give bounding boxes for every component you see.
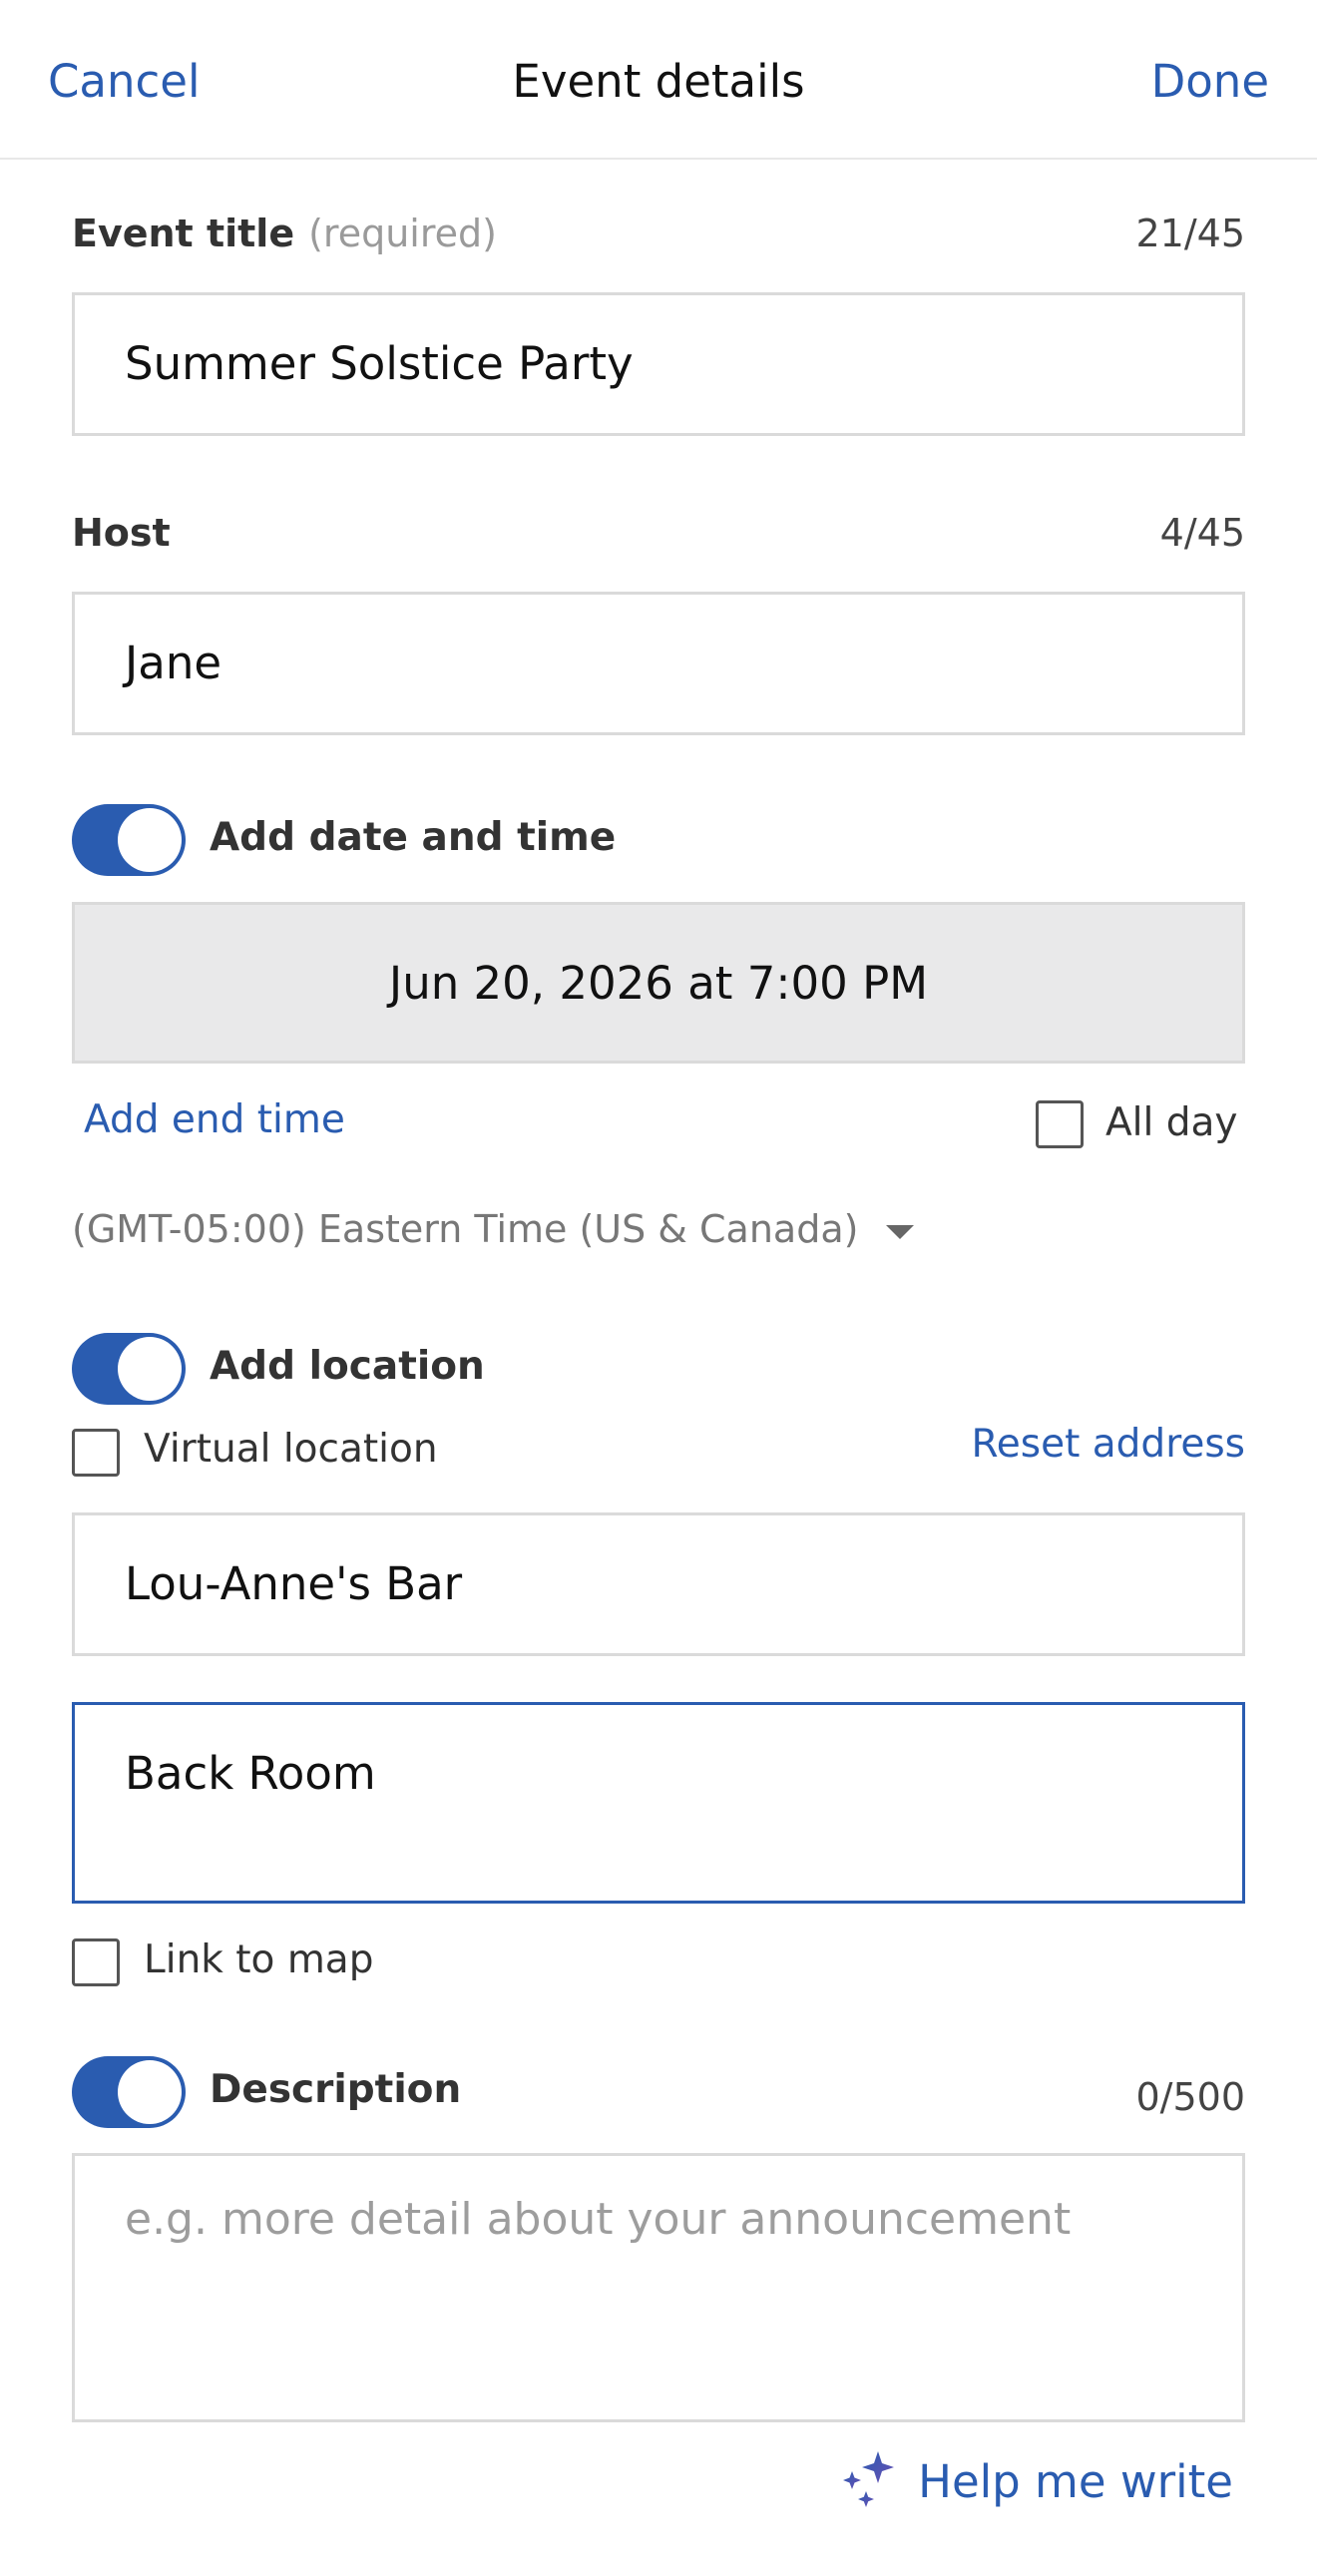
address-line2-input[interactable]: Back Room	[72, 1702, 1245, 1904]
event-title-value: Summer Solstice Party	[125, 337, 634, 390]
location-toggle[interactable]	[72, 1333, 186, 1405]
address-line1-input[interactable]: Lou-Anne's Bar	[72, 1512, 1245, 1656]
timezone-value: (GMT-05:00) Eastern Time (US & Canada)	[72, 1207, 859, 1251]
all-day-label: All day	[1105, 1100, 1238, 1145]
event-title-input[interactable]: Summer Solstice Party	[72, 292, 1245, 436]
date-time-toggle[interactable]	[72, 804, 186, 876]
reset-address-link[interactable]: Reset address	[971, 1422, 1245, 1467]
page-title: Event details	[512, 55, 805, 108]
done-button[interactable]: Done	[1151, 55, 1269, 108]
host-counter: 4/45	[1159, 511, 1245, 555]
link-to-map-checkbox[interactable]	[72, 1938, 120, 1986]
header-bar: Cancel Event details Done	[0, 0, 1317, 160]
description-textarea[interactable]: e.g. more detail about your announcement	[72, 2153, 1245, 2422]
required-hint: (required)	[308, 212, 497, 255]
location-toggle-label: Add location	[210, 1344, 485, 1389]
description-toggle[interactable]	[72, 2056, 186, 2128]
date-time-toggle-label: Add date and time	[210, 815, 617, 860]
toggle-knob	[118, 808, 182, 872]
description-placeholder: e.g. more detail about your announcement	[125, 2194, 1072, 2245]
address-line2-value: Back Room	[125, 1747, 376, 1800]
event-title-counter: 21/45	[1135, 212, 1245, 255]
virtual-location-label: Virtual location	[144, 1427, 438, 1472]
host-input[interactable]: Jane	[72, 592, 1245, 735]
description-counter: 0/500	[1135, 2075, 1245, 2119]
help-me-write-button[interactable]: Help me write	[840, 2449, 1233, 2513]
link-to-map-label: Link to map	[144, 1937, 374, 1982]
virtual-location-checkbox[interactable]	[72, 1429, 120, 1477]
sparkle-icon	[843, 2451, 895, 2507]
date-time-picker[interactable]: Jun 20, 2026 at 7:00 PM	[72, 902, 1245, 1064]
event-title-label-group: Event title (required)	[72, 212, 497, 255]
all-day-checkbox[interactable]	[1036, 1100, 1084, 1148]
add-end-time-link[interactable]: Add end time	[84, 1097, 345, 1142]
description-toggle-label: Description	[210, 2067, 462, 2112]
toggle-knob	[118, 2060, 182, 2124]
host-label: Host	[72, 511, 171, 555]
timezone-dropdown[interactable]: (GMT-05:00) Eastern Time (US & Canada)	[72, 1207, 915, 1251]
toggle-knob	[118, 1337, 182, 1401]
caret-down-icon	[886, 1224, 915, 1239]
address-line1-value: Lou-Anne's Bar	[125, 1557, 463, 1610]
help-me-write-label: Help me write	[918, 2454, 1233, 2508]
host-value: Jane	[125, 637, 222, 689]
event-title-label: Event title	[72, 212, 295, 255]
date-time-value: Jun 20, 2026 at 7:00 PM	[388, 957, 929, 1010]
